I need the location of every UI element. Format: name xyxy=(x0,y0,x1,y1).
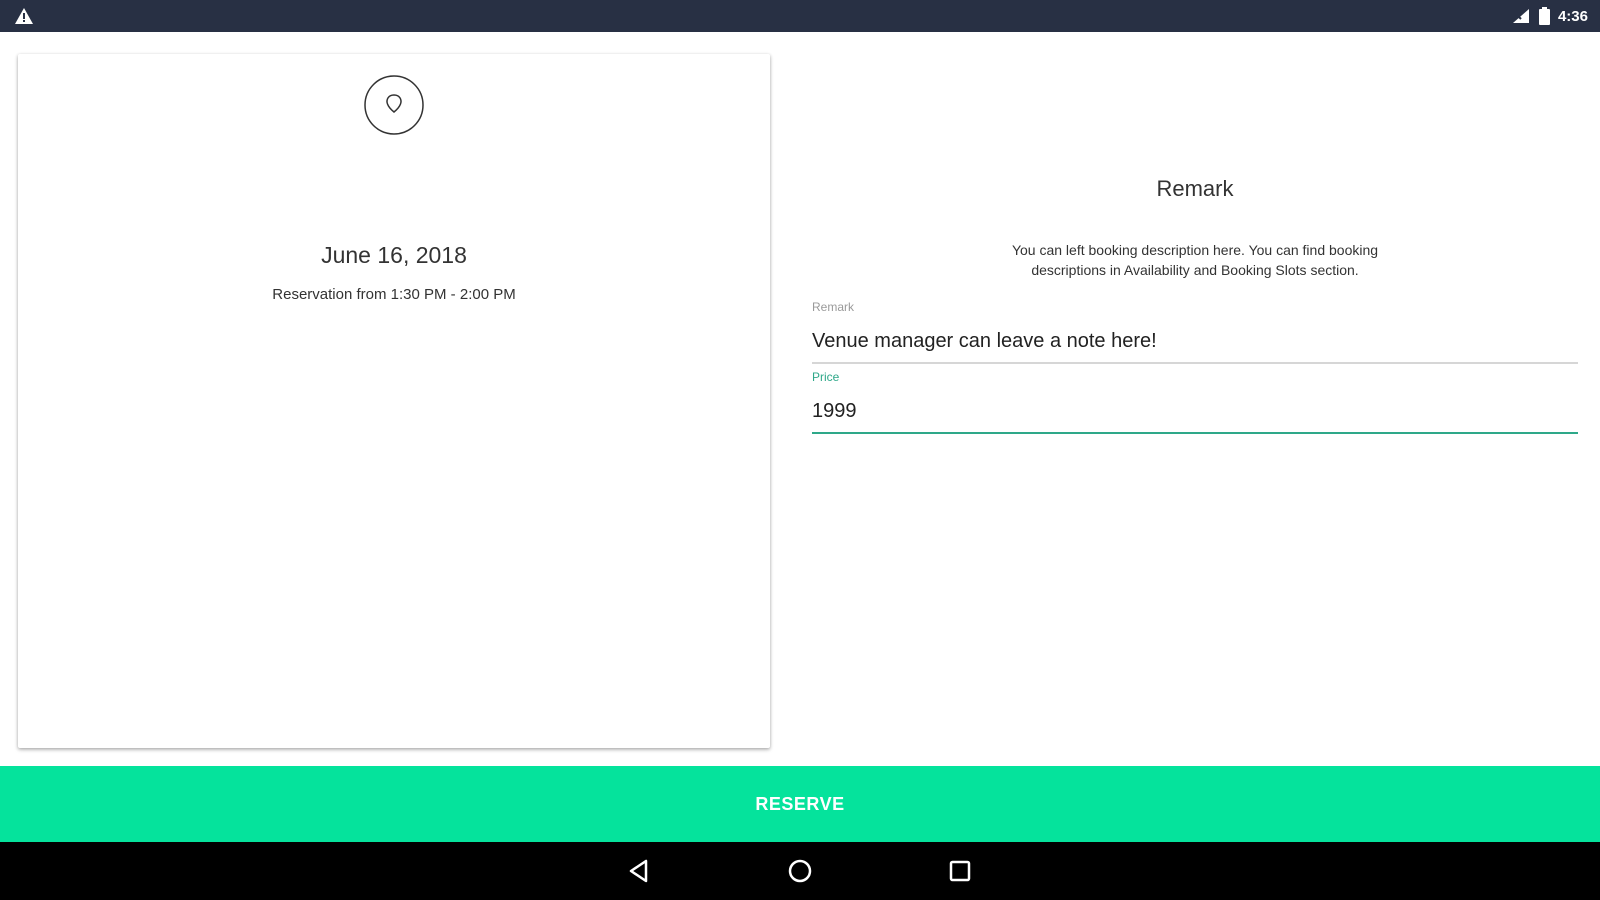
booking-card: June 16, 2018 Reservation from 1:30 PM -… xyxy=(18,54,770,748)
remark-field-label: Remark xyxy=(812,300,855,314)
price-field[interactable]: Price 1999 xyxy=(812,370,1578,434)
remark-field-underline xyxy=(812,362,1578,364)
price-field-underline xyxy=(812,432,1578,434)
status-time: 4:36 xyxy=(1557,7,1588,25)
home-icon[interactable] xyxy=(783,854,817,888)
remark-panel: Remark You can left booking description … xyxy=(812,32,1578,766)
back-icon[interactable] xyxy=(623,854,657,888)
status-icons: 4:36 xyxy=(1511,6,1588,26)
remark-input[interactable]: Venue manager can leave a note here! xyxy=(812,330,1578,356)
booking-date: June 16, 2018 xyxy=(321,242,467,268)
navigation-bar xyxy=(0,842,1600,900)
remark-description: You can left booking description here. Y… xyxy=(1011,242,1379,278)
remark-field[interactable]: Remark Venue manager can leave a note he… xyxy=(812,300,1578,364)
recents-icon[interactable] xyxy=(943,854,977,888)
battery-icon xyxy=(1538,7,1550,25)
reserve-button[interactable]: RESERVE xyxy=(0,766,1600,842)
price-field-label: Price xyxy=(812,370,840,384)
signal-icon xyxy=(1512,9,1529,23)
price-input[interactable]: 1999 xyxy=(812,400,1578,426)
booking-time-range: Reservation from 1:30 PM - 2:00 PM xyxy=(272,286,516,303)
remark-title: Remark xyxy=(1156,176,1234,201)
location-pin-icon xyxy=(364,75,424,135)
status-bar: 4:36 xyxy=(0,0,1600,32)
warning-icon xyxy=(15,8,33,24)
reserve-button-label: RESERVE xyxy=(755,793,845,814)
